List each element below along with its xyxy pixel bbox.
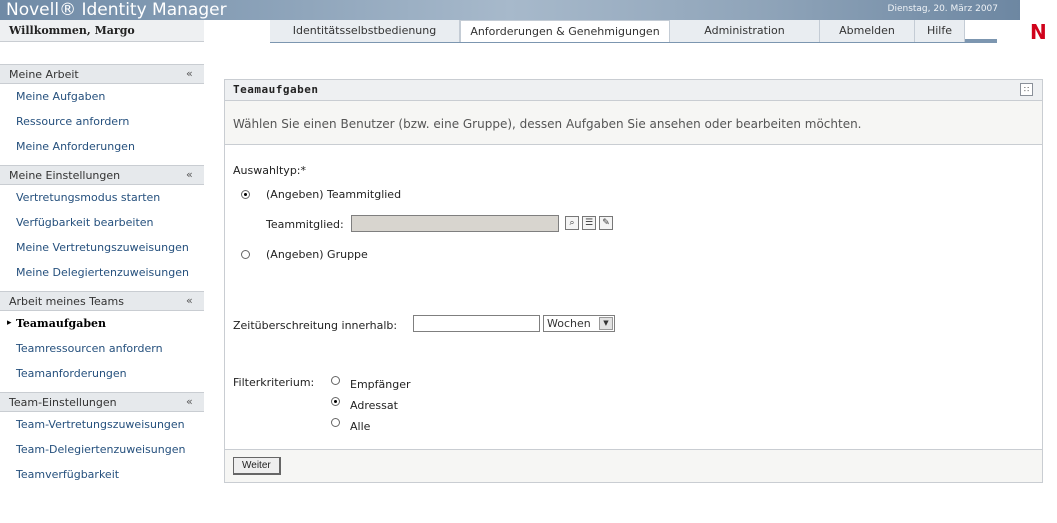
panel-header: Teamaufgaben ∷	[225, 80, 1042, 101]
sidebar-section-team-work[interactable]: Arbeit meines Teams «	[0, 291, 204, 311]
sidebar-item-my-delegate-assignments[interactable]: Meine Delegiertenzuweisungen	[0, 260, 204, 285]
search-icon[interactable]: ⌕	[565, 216, 579, 230]
filter-option-all: Alle	[350, 420, 371, 433]
welcome-bar: Willkommen, Margo	[0, 20, 204, 42]
sidebar-item-team-tasks[interactable]: ▸ Teamaufgaben	[0, 311, 204, 336]
instruction-text: Wählen Sie einen Benutzer (bzw. eine Gru…	[233, 117, 862, 131]
welcome-text: Willkommen, Margo	[9, 24, 135, 37]
panel-title: Teamaufgaben	[233, 83, 319, 96]
timeout-unit-value: Wochen	[547, 317, 591, 330]
top-banner: Novell® Identity Manager Dienstag, 20. M…	[0, 0, 1020, 20]
section-title: Meine Arbeit	[9, 68, 79, 81]
sidebar-section-my-settings[interactable]: Meine Einstellungen «	[0, 165, 204, 185]
panel-footer: Weiter	[225, 449, 1042, 482]
team-member-input[interactable]	[351, 215, 559, 232]
radio-filter-recipient[interactable]	[331, 376, 340, 385]
tab-requests-approvals[interactable]: Anforderungen & Genehmigungen	[460, 20, 670, 42]
section-title: Meine Einstellungen	[9, 169, 121, 182]
collapse-icon[interactable]: «	[186, 294, 193, 307]
tab-identity-self-service[interactable]: Identitätsselbstbedienung	[270, 20, 460, 42]
sidebar-item-team-proxy-assignments[interactable]: Team-Vertretungszuweisungen	[0, 412, 204, 437]
radio-team-member-label: (Angeben) Teammitglied	[266, 188, 402, 201]
collapse-icon[interactable]: «	[186, 168, 193, 181]
sidebar-item-edit-availability[interactable]: Verfügbarkeit bearbeiten	[0, 210, 204, 235]
selection-type-label: Auswahltyp:*	[233, 164, 307, 177]
sidebar-section-my-work[interactable]: Meine Arbeit «	[0, 64, 204, 84]
panel-menu-icon[interactable]: ∷	[1020, 83, 1033, 96]
sidebar-item-my-proxy-assignments[interactable]: Meine Vertretungszuweisungen	[0, 235, 204, 260]
instruction-bar: Wählen Sie einen Benutzer (bzw. eine Gru…	[225, 101, 1042, 145]
date-display: Dienstag, 20. März 2007	[887, 4, 998, 14]
sidebar-item-team-delegate-assignments[interactable]: Team-Delegiertenzuweisungen	[0, 437, 204, 462]
active-bullet-icon: ▸	[7, 318, 12, 328]
radio-filter-all[interactable]	[331, 418, 340, 427]
radio-group[interactable]	[241, 250, 250, 259]
team-member-field-label: Teammitglied:	[266, 218, 344, 231]
continue-button[interactable]: Weiter	[233, 457, 281, 475]
sidebar-item-start-proxy-mode[interactable]: Vertretungsmodus starten	[0, 185, 204, 210]
sidebar-section-team-settings[interactable]: Team-Einstellungen «	[0, 392, 204, 412]
sidebar: Meine Arbeit « Meine Aufgaben Ressource …	[0, 64, 204, 493]
timeout-label: Zeitüberschreitung innerhalb:	[233, 319, 398, 332]
collapse-icon[interactable]: «	[186, 395, 193, 408]
sidebar-item-my-requests[interactable]: Meine Anforderungen	[0, 134, 204, 159]
sidebar-item-team-availability[interactable]: Teamverfügbarkeit	[0, 462, 204, 487]
filter-option-addressee: Adressat	[350, 399, 398, 412]
sidebar-item-team-request-resources[interactable]: Teamressourcen anfordern	[0, 336, 204, 361]
tab-logout[interactable]: Abmelden	[820, 20, 915, 42]
filter-label: Filterkriterium:	[233, 376, 315, 389]
radio-team-member[interactable]	[241, 190, 250, 199]
section-title: Arbeit meines Teams	[9, 295, 124, 308]
team-tasks-panel: Teamaufgaben ∷ Wählen Sie einen Benutzer…	[224, 79, 1043, 483]
radio-group-label: (Angeben) Gruppe	[266, 248, 368, 261]
tab-help[interactable]: Hilfe	[915, 20, 965, 42]
sidebar-item-label: Teamaufgaben	[16, 317, 107, 330]
timeout-unit-select[interactable]: Wochen ▼	[543, 315, 615, 332]
chevron-down-icon: ▼	[599, 317, 613, 330]
edit-icon[interactable]: ✎	[599, 216, 613, 230]
radio-filter-addressee[interactable]	[331, 397, 340, 406]
main-tabs: Identitätsselbstbedienung Anforderungen …	[270, 20, 965, 42]
filter-option-recipient: Empfänger	[350, 378, 411, 391]
sidebar-item-my-tasks[interactable]: Meine Aufgaben	[0, 84, 204, 109]
sidebar-item-team-requests[interactable]: Teamanforderungen	[0, 361, 204, 386]
section-title: Team-Einstellungen	[9, 396, 117, 409]
app-title: Novell® Identity Manager	[6, 0, 227, 20]
collapse-icon[interactable]: «	[186, 67, 193, 80]
timeout-input[interactable]	[413, 315, 540, 332]
novell-logo-icon: N	[1030, 20, 1047, 44]
tab-administration[interactable]: Administration	[670, 20, 820, 42]
history-icon[interactable]: ☰	[582, 216, 596, 230]
sidebar-item-request-resource[interactable]: Ressource anfordern	[0, 109, 204, 134]
